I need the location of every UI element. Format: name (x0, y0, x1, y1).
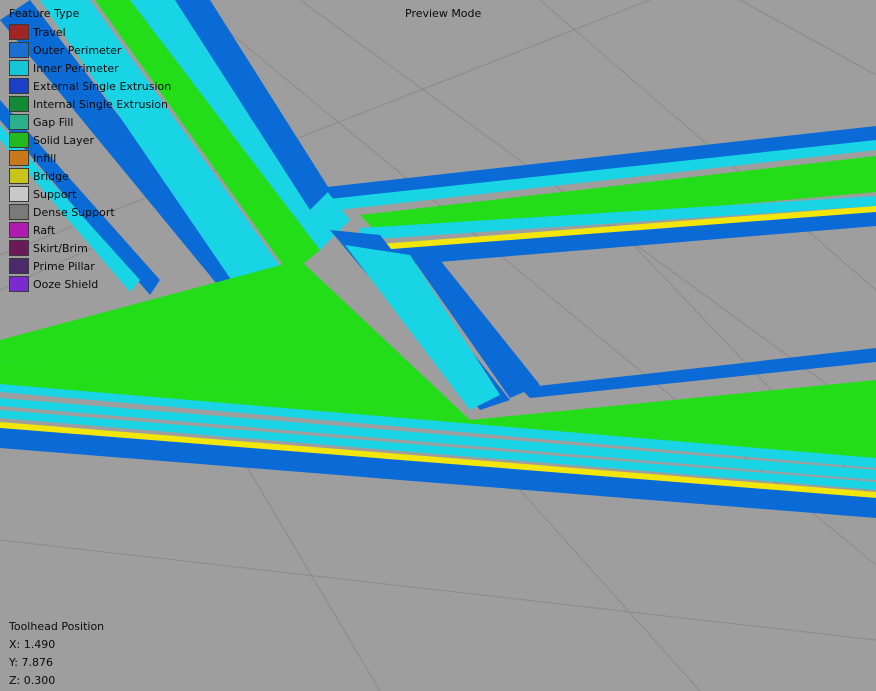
legend-swatch (9, 276, 29, 292)
legend-item: Skirt/Brim (9, 239, 171, 257)
preview-viewport[interactable]: Preview Mode Feature Type Travel Outer Pe… (0, 0, 876, 691)
toolhead-position-panel: Toolhead Position X: 1.490 Y: 7.876 Z: 0… (9, 620, 104, 691)
legend-swatch (9, 24, 29, 40)
legend-swatch (9, 222, 29, 238)
legend-item: Outer Perimeter (9, 41, 171, 59)
legend-label: Inner Perimeter (33, 61, 119, 75)
toolhead-z: Z: 0.300 (9, 674, 56, 687)
legend-label: Ooze Shield (33, 277, 99, 291)
legend-label: External Single Extrusion (33, 79, 172, 93)
toolhead-title: Toolhead Position (9, 620, 105, 633)
legend-item: Bridge (9, 167, 171, 185)
legend-item: Infill (9, 149, 171, 167)
legend-swatch (9, 60, 29, 76)
legend-item: Solid Layer (9, 131, 171, 149)
legend-label: Internal Single Extrusion (33, 97, 168, 111)
legend-swatch (9, 258, 29, 274)
legend-swatch (9, 96, 29, 112)
legend-title: Feature Type (9, 7, 80, 20)
legend-label: Infill (33, 151, 57, 165)
legend-label: Raft (33, 223, 56, 237)
toolhead-x: X: 1.490 (9, 638, 56, 651)
legend-swatch (9, 150, 29, 166)
preview-mode-label: Preview Mode (405, 7, 482, 20)
legend-swatch (9, 114, 29, 130)
legend-label: Gap Fill (33, 115, 74, 129)
legend-item: Dense Support (9, 203, 171, 221)
legend-item: External Single Extrusion (9, 77, 171, 95)
legend-item: Internal Single Extrusion (9, 95, 171, 113)
legend-swatch (9, 78, 29, 94)
legend-item: Prime Pillar (9, 257, 171, 275)
legend-item: Ooze Shield (9, 275, 171, 293)
toolhead-y: Y: 7.876 (9, 656, 53, 669)
feature-type-legend: Feature Type Travel Outer Perimeter Inner … (9, 7, 171, 293)
legend-item: Inner Perimeter (9, 59, 171, 77)
legend-swatch (9, 204, 29, 220)
legend-label: Support (33, 187, 77, 201)
legend-item: Support (9, 185, 171, 203)
legend-label: Skirt/Brim (33, 241, 88, 255)
legend-swatch (9, 42, 29, 58)
legend-label: Bridge (33, 169, 69, 183)
legend-label: Travel (33, 25, 66, 39)
legend-label: Solid Layer (33, 133, 94, 147)
legend-item: Gap Fill (9, 113, 171, 131)
legend-label: Prime Pillar (33, 259, 95, 273)
legend-swatch (9, 168, 29, 184)
legend-label: Dense Support (33, 205, 115, 219)
legend-swatch (9, 132, 29, 148)
legend-swatch (9, 240, 29, 256)
legend-item: Travel (9, 23, 171, 41)
legend-item: Raft (9, 221, 171, 239)
legend-label: Outer Perimeter (33, 43, 122, 57)
legend-swatch (9, 186, 29, 202)
